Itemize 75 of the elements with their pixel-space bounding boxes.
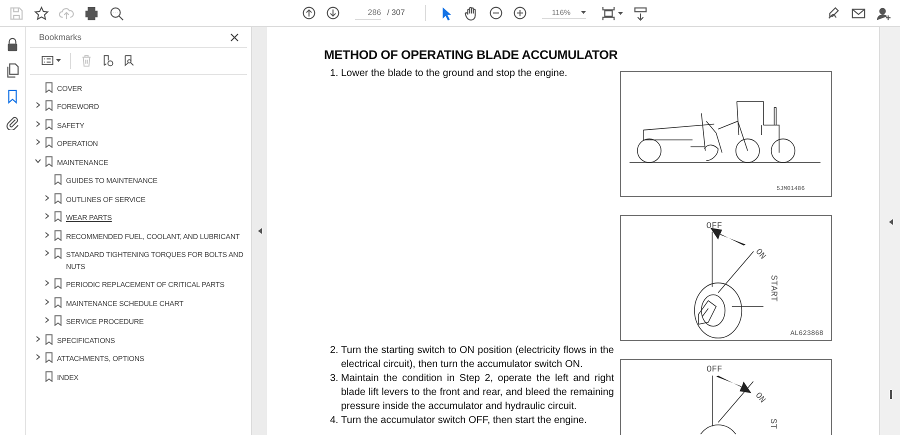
on-label: ON	[752, 390, 768, 405]
collapse-arrow-icon[interactable]	[258, 228, 262, 234]
caret-icon[interactable]	[618, 12, 623, 14]
pen-icon[interactable]	[826, 6, 842, 20]
off-label: OFF	[706, 220, 722, 231]
chevron-right-icon[interactable]	[44, 232, 50, 238]
minus-icon[interactable]	[488, 6, 503, 20]
section-heading: METHOD OF OPERATING BLADE ACCUMULATOR	[324, 47, 619, 64]
bookmark-icon	[54, 296, 62, 308]
bookmark-icon	[54, 230, 62, 241]
panel-title: Bookmarks	[39, 31, 82, 44]
step-text: Turn the accumulator switch OFF, then start the engine.	[341, 414, 587, 428]
bookmark-icon	[45, 352, 53, 364]
bookmark-icon	[54, 211, 62, 222]
bookmark-search-icon[interactable]	[122, 54, 135, 68]
printer-icon[interactable]	[84, 6, 99, 20]
bookmark-icon	[54, 248, 62, 260]
page-number-field[interactable]: 286	[355, 6, 382, 20]
step-number: 4.	[330, 414, 340, 428]
key-switch-drawing	[700, 375, 754, 434]
search-icon[interactable]	[109, 6, 124, 20]
caret-icon[interactable]	[56, 59, 61, 62]
step-number: 2.	[330, 344, 340, 358]
off-label: OFF	[706, 364, 722, 375]
star-icon[interactable]	[34, 6, 49, 20]
chevron-right-icon[interactable]	[44, 213, 50, 220]
page-total: / 307	[387, 7, 405, 19]
chevron-right-icon[interactable]	[34, 354, 40, 360]
caret-icon[interactable]	[580, 11, 586, 14]
arrow-down-icon[interactable]	[326, 6, 340, 20]
list-icon[interactable]	[41, 54, 54, 68]
bookmark-icon	[45, 137, 53, 148]
plus-icon[interactable]	[512, 6, 527, 20]
page-fit-icon[interactable]	[600, 6, 616, 20]
start-label: START	[768, 274, 778, 302]
bookmark-icon	[45, 334, 53, 345]
arrow-up-icon[interactable]	[302, 6, 316, 20]
chevron-right-icon[interactable]	[44, 250, 50, 256]
chevron-right-icon[interactable]	[44, 280, 50, 286]
chevron-down-icon[interactable]	[34, 158, 40, 164]
chevron-right-icon[interactable]	[34, 336, 40, 342]
step-number: 1.	[330, 66, 340, 81]
chevron-right-icon[interactable]	[34, 139, 40, 146]
user-add-icon[interactable]	[876, 6, 892, 20]
bookmark-icon	[54, 315, 62, 326]
pages-icon[interactable]	[5, 63, 20, 78]
chevron-right-icon[interactable]	[44, 194, 50, 201]
on-label: ON	[753, 246, 768, 262]
chevron-right-icon[interactable]	[34, 102, 40, 108]
step-text: Lower the blade to the ground and stop the engine.	[341, 66, 568, 81]
step-text: Maintain the condition in Step 2, operate the left and right blade lift levers to the front and rear, and bleed the remaining pressure inside the accumulator and hydraulic circuit.	[341, 372, 614, 414]
start-label: ST	[768, 418, 778, 429]
step-text: Turn the starting switch to ON position (electricity flows in the electrical circuit), then turn the accumulator switch ON.	[341, 344, 614, 372]
chevron-right-icon[interactable]	[34, 120, 40, 127]
bookmark-icon	[45, 100, 53, 112]
hand-icon[interactable]	[464, 6, 479, 20]
close-icon[interactable]	[230, 32, 239, 42]
lock-icon[interactable]	[5, 37, 20, 52]
bookmark-icon	[45, 82, 53, 93]
bookmark-icon	[54, 192, 62, 204]
bookmark-add-icon[interactable]	[101, 54, 114, 68]
bookmark-icon	[45, 156, 53, 167]
scroll-icon[interactable]	[632, 6, 648, 20]
bookmark-icon	[45, 370, 53, 382]
bookmark-icon	[45, 118, 53, 130]
step-number: 3.	[330, 372, 340, 386]
bookmark-icon	[54, 174, 62, 186]
bookmark-icon	[54, 278, 62, 290]
paperclip-icon[interactable]	[5, 115, 20, 130]
scrollbar-thumb[interactable]	[890, 390, 892, 399]
chevron-right-icon[interactable]	[44, 317, 50, 324]
envelope-icon[interactable]	[851, 6, 866, 20]
bookmark-icon[interactable]	[5, 89, 20, 104]
chevron-right-icon[interactable]	[44, 298, 50, 305]
collapse-arrow-icon[interactable]	[888, 219, 892, 225]
